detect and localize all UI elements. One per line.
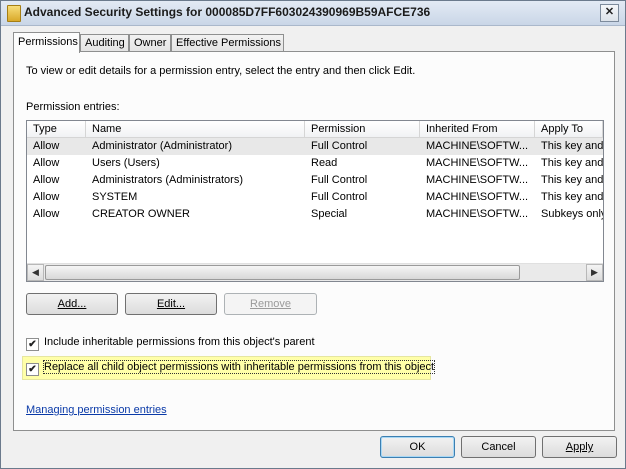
advanced-security-settings-window: Advanced Security Settings for 000085D7F… (0, 0, 626, 469)
cell-type: Allow (33, 174, 60, 186)
cancel-button[interactable]: Cancel (461, 436, 536, 458)
cell-type: Allow (33, 208, 60, 220)
edit-button[interactable]: Edit... (125, 293, 217, 315)
edit-button-label: Edit... (156, 298, 186, 310)
add-button-label: Add... (57, 298, 87, 310)
cell-apply-to: This key and (541, 174, 603, 186)
window-title: Advanced Security Settings for 000085D7F… (24, 5, 431, 19)
title-bar[interactable]: Advanced Security Settings for 000085D7F… (1, 1, 625, 26)
folder-icon (7, 5, 21, 22)
cell-type: Allow (33, 140, 60, 152)
tab-permissions[interactable]: Permissions (13, 32, 80, 53)
cell-name: Users (Users) (92, 157, 160, 169)
scroll-right-icon[interactable]: ▶ (586, 264, 603, 281)
column-header-name[interactable]: Name (86, 121, 305, 137)
tab-owner[interactable]: Owner (129, 34, 171, 52)
table-row[interactable]: Allow SYSTEM Full Control MACHINE\SOFTW.… (27, 189, 603, 206)
column-header-apply-to[interactable]: Apply To (535, 121, 603, 137)
add-button[interactable]: Add... (26, 293, 118, 315)
cell-inherited-from: MACHINE\SOFTW... (426, 157, 529, 169)
cell-name: Administrator (Administrator) (92, 140, 232, 152)
cell-inherited-from: MACHINE\SOFTW... (426, 174, 529, 186)
cell-type: Allow (33, 157, 60, 169)
apply-button[interactable]: Apply (542, 436, 617, 458)
ok-button[interactable]: OK (380, 436, 455, 458)
replace-child-label: Replace all child object permissions wit… (42, 360, 436, 374)
cell-permission: Full Control (311, 191, 368, 203)
cell-inherited-from: MACHINE\SOFTW... (426, 208, 529, 220)
scroll-left-icon[interactable]: ◀ (27, 264, 44, 281)
cell-apply-to: This key and (541, 140, 603, 152)
horizontal-scrollbar[interactable]: ◀ ▶ (27, 263, 603, 281)
close-button[interactable]: ✕ (600, 4, 619, 22)
managing-permission-entries-link[interactable]: Managing permission entries (26, 404, 167, 416)
table-row[interactable]: Allow Administrator (Administrator) Full… (27, 138, 603, 155)
list-body: Allow Administrator (Administrator) Full… (27, 138, 603, 223)
cell-type: Allow (33, 191, 60, 203)
cell-permission: Full Control (311, 140, 368, 152)
cell-name: SYSTEM (92, 191, 138, 203)
include-inheritable-checkbox[interactable]: ✔ (26, 338, 39, 351)
permissions-panel: To view or edit details for a permission… (13, 51, 615, 431)
scroll-thumb[interactable] (45, 265, 520, 280)
table-row[interactable]: Allow Users (Users) Read MACHINE\SOFTW..… (27, 155, 603, 172)
tab-effective-permissions[interactable]: Effective Permissions (171, 34, 284, 52)
permission-entries-list[interactable]: Type Name Permission Inherited From Appl… (26, 120, 604, 282)
cell-permission: Full Control (311, 174, 368, 186)
remove-button[interactable]: Remove (224, 293, 317, 315)
remove-button-label: Remove (250, 298, 291, 310)
include-inheritable-checkbox-row[interactable]: ✔ Include inheritable permissions from th… (26, 336, 315, 351)
tab-auditing[interactable]: Auditing (80, 34, 129, 52)
table-row[interactable]: Allow Administrators (Administrators) Fu… (27, 172, 603, 189)
cell-name: Administrators (Administrators) (92, 174, 243, 186)
column-header-type[interactable]: Type (27, 121, 86, 137)
column-header-inherited-from[interactable]: Inherited From (420, 121, 535, 137)
intro-text: To view or edit details for a permission… (26, 65, 416, 77)
list-header: Type Name Permission Inherited From Appl… (27, 121, 603, 138)
cell-apply-to: This key and (541, 191, 603, 203)
apply-button-label: Apply (565, 441, 594, 453)
cell-inherited-from: MACHINE\SOFTW... (426, 140, 529, 152)
cell-permission: Read (311, 157, 338, 169)
cell-apply-to: Subkeys only (541, 208, 603, 220)
table-row[interactable]: Allow CREATOR OWNER Special MACHINE\SOFT… (27, 206, 603, 223)
cell-name: CREATOR OWNER (92, 208, 190, 220)
column-header-permission[interactable]: Permission (305, 121, 420, 137)
cell-inherited-from: MACHINE\SOFTW... (426, 191, 529, 203)
replace-child-checkbox-row[interactable]: ✔ Replace all child object permissions wi… (26, 360, 436, 376)
include-inheritable-label: Include inheritable permissions from thi… (44, 336, 315, 348)
cell-permission: Special (311, 208, 348, 220)
cell-apply-to: This key and (541, 157, 603, 169)
permission-entries-label: Permission entries: (26, 101, 120, 113)
replace-child-checkbox[interactable]: ✔ (26, 363, 39, 376)
